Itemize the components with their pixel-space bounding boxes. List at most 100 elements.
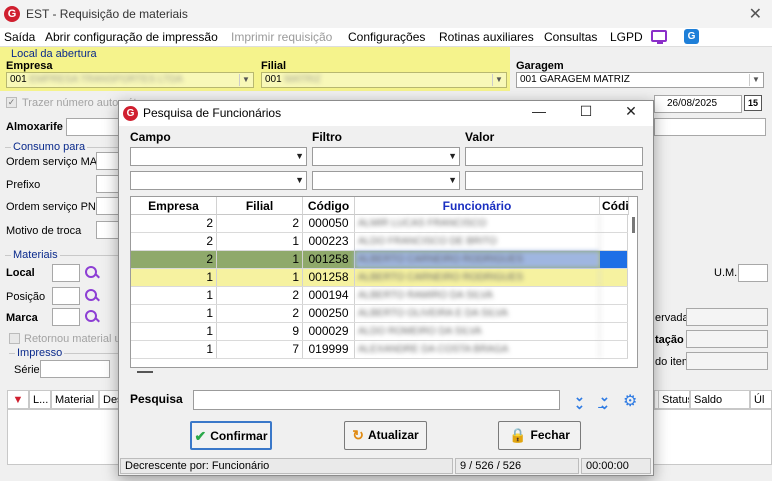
close-button[interactable]: 🔒 Fechar bbox=[498, 421, 581, 450]
table-vertical-scrollbar[interactable] bbox=[629, 215, 637, 367]
refresh-button[interactable]: ↻ Atualizar bbox=[344, 421, 427, 450]
reservada-input[interactable] bbox=[686, 308, 768, 326]
calendar-icon[interactable]: 15 bbox=[744, 95, 762, 111]
scroll-thumb[interactable] bbox=[632, 217, 635, 233]
minimize-icon[interactable]: — bbox=[529, 103, 549, 119]
serie-input[interactable] bbox=[40, 360, 110, 378]
window-close-button[interactable]: ✕ bbox=[749, 4, 762, 24]
cotacao-input[interactable] bbox=[686, 330, 768, 348]
grid-col-ultimo[interactable]: Úl bbox=[750, 390, 772, 409]
empresa-select[interactable]: 001 EMPRESA TRANSPORTES LTDA ▼ bbox=[6, 72, 254, 88]
grid-col-status[interactable]: Status bbox=[658, 390, 690, 409]
garagem-select[interactable]: 001 GARAGEM MATRIZ ▼ bbox=[516, 72, 764, 88]
menu-rotinas-auxiliares[interactable]: Rotinas auxiliares bbox=[439, 30, 534, 44]
posicao-input[interactable] bbox=[52, 287, 80, 305]
filtro-select-1[interactable]: ▼ bbox=[312, 147, 460, 166]
chevron-down-icon[interactable]: ▼ bbox=[295, 175, 304, 185]
col-empresa[interactable]: Empresa bbox=[131, 197, 217, 215]
gear-icon[interactable]: ⚙ bbox=[623, 391, 637, 411]
chevron-down-icon[interactable]: ▼ bbox=[295, 151, 304, 161]
grid-col-l[interactable]: L... bbox=[29, 390, 51, 409]
col-funcionario[interactable]: Funcionário bbox=[355, 197, 600, 215]
table-row-highlighted[interactable]: 1 1 001258 ALBERTO CARNEIRO RODRIGUES bbox=[131, 269, 628, 287]
maximize-icon[interactable]: ☐ bbox=[576, 103, 596, 120]
cell-filial: 7 bbox=[217, 341, 303, 358]
cell-filial: 9 bbox=[217, 323, 303, 340]
chevron-down-icon[interactable]: ▼ bbox=[239, 74, 252, 86]
almoxarife-label: Almoxarife bbox=[6, 121, 63, 133]
table-row[interactable]: 1 9 000029 ALDO ROMEIRO DA SILVA bbox=[131, 323, 628, 341]
cell-extra bbox=[600, 251, 628, 268]
filial-name-redacted: MATRIZ bbox=[284, 74, 321, 85]
employees-table[interactable]: Empresa Filial Código Funcionário Códi 2… bbox=[130, 196, 638, 368]
pesquisa-label: Pesquisa bbox=[130, 392, 183, 406]
valor-input-2[interactable] bbox=[465, 171, 643, 190]
col-codigo-2[interactable]: Códi bbox=[600, 197, 629, 215]
cell-extra bbox=[600, 305, 628, 322]
cell-extra bbox=[600, 269, 628, 286]
data-field[interactable]: 26/08/2025 bbox=[654, 95, 742, 113]
table-row-selected[interactable]: 2 1 001258 ALBERTO CARNEIRO RODRIGUES bbox=[131, 251, 628, 269]
valor-item-input[interactable] bbox=[686, 352, 768, 370]
menu-saida[interactable]: Saída bbox=[4, 30, 35, 44]
dialog-logo-icon: G bbox=[123, 106, 138, 121]
chevron-down-bar-icon[interactable]: ⌄ ⌄ ‾ bbox=[599, 390, 610, 419]
marca-input[interactable] bbox=[52, 308, 80, 326]
col-codigo[interactable]: Código bbox=[303, 197, 355, 215]
menu-consultas[interactable]: Consultas bbox=[544, 30, 597, 44]
menu-lgpd[interactable]: LGPD bbox=[610, 30, 643, 44]
os-pne-input[interactable] bbox=[96, 197, 120, 215]
cell-empresa: 1 bbox=[131, 305, 217, 322]
filtro-select-2[interactable]: ▼ bbox=[312, 171, 460, 190]
chevron-down-icon[interactable]: ▼ bbox=[492, 74, 505, 86]
refresh-label: Atualizar bbox=[368, 428, 419, 442]
table-horizontal-scrollbar[interactable] bbox=[137, 371, 153, 373]
monitor-icon[interactable] bbox=[651, 30, 667, 44]
retornou-checkbox[interactable] bbox=[9, 333, 20, 344]
campo-select-1[interactable]: ▼ bbox=[130, 147, 307, 166]
valor-input-1[interactable] bbox=[465, 147, 643, 166]
almoxarife-aux-input[interactable] bbox=[654, 118, 766, 136]
menu-imprimir-requisicao[interactable]: Imprimir requisição bbox=[231, 30, 332, 44]
motivo-input[interactable] bbox=[96, 221, 120, 239]
empresa-label: Empresa bbox=[6, 60, 53, 72]
os-man-input[interactable] bbox=[96, 152, 120, 170]
prefixo-input[interactable] bbox=[96, 175, 120, 193]
menu-abrir-config-impressao[interactable]: Abrir configuração de impressão bbox=[45, 30, 218, 44]
chevron-double-down-icon[interactable]: ⌄ ⌄ bbox=[574, 390, 585, 411]
cell-funcionario: ALBERTO CARNEIRO RODRIGUES bbox=[355, 251, 600, 268]
app-shortcut-icon[interactable]: G bbox=[684, 29, 699, 44]
chevron-down-icon[interactable]: ▼ bbox=[448, 151, 457, 161]
menu-configuracoes[interactable]: Configurações bbox=[348, 30, 425, 44]
chevron-down-icon[interactable]: ▼ bbox=[448, 175, 457, 185]
table-row[interactable]: 2 1 000223 ALDO FRANCISCO DE BRITO bbox=[131, 233, 628, 251]
table-row[interactable]: 1 7 019999 ALEXANDRE DA COSTA BRAGA bbox=[131, 341, 628, 359]
almoxarife-input[interactable] bbox=[66, 118, 120, 136]
table-row[interactable]: 1 2 000194 ALBERTO RAMIRO DA SILVA bbox=[131, 287, 628, 305]
pesquisa-input[interactable] bbox=[193, 390, 560, 410]
grid-col-saldo[interactable]: Saldo bbox=[690, 390, 750, 409]
close-icon[interactable]: ✕ bbox=[621, 103, 641, 120]
col-filial[interactable]: Filial bbox=[217, 197, 303, 215]
os-man-label: Ordem serviço MAN bbox=[6, 156, 106, 168]
confirm-button[interactable]: ✔ Confirmar bbox=[190, 421, 272, 450]
search-icon[interactable] bbox=[85, 266, 99, 280]
grid-sort-icon[interactable]: ▼ bbox=[7, 390, 29, 409]
filtro-label: Filtro bbox=[312, 130, 342, 144]
table-row[interactable]: 1 2 000250 ALBERTO OLIVEIRA E DA SILVA bbox=[131, 305, 628, 323]
materiais-title: Materiais bbox=[11, 249, 60, 261]
cell-empresa: 2 bbox=[131, 233, 217, 250]
cell-codigo: 000194 bbox=[303, 287, 355, 304]
cell-empresa: 2 bbox=[131, 251, 217, 268]
local-input[interactable] bbox=[52, 264, 80, 282]
campo-select-2[interactable]: ▼ bbox=[130, 171, 307, 190]
grid-col-descricao[interactable]: Des bbox=[99, 390, 119, 409]
search-icon[interactable] bbox=[85, 310, 99, 324]
trazer-numero-checkbox[interactable]: ✓ bbox=[6, 97, 17, 108]
table-row[interactable]: 2 2 000050 ALMIR LUCAS FRANCISCO bbox=[131, 215, 628, 233]
search-icon[interactable] bbox=[85, 289, 99, 303]
um-input[interactable] bbox=[738, 264, 768, 282]
chevron-down-icon[interactable]: ▼ bbox=[749, 74, 762, 86]
filial-select[interactable]: 001 MATRIZ ▼ bbox=[261, 72, 507, 88]
grid-col-material[interactable]: Material bbox=[51, 390, 99, 409]
